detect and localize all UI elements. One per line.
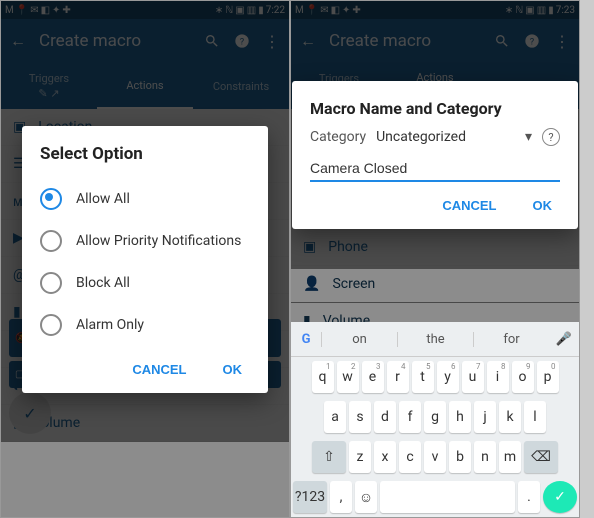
keyboard: G on the for 🎤 q1w2e3r4t5y6u7i8o9p0 asdf… [291,322,579,517]
period-key[interactable]: . [518,481,540,513]
space-key[interactable] [380,481,515,513]
select-option-dialog: Select Option Allow All Allow Priority N… [22,126,268,393]
ok-button[interactable]: OK [525,190,561,221]
phone-left: M 📍 ✉ ◧ ✦ ✚ ∗ ℕ ▣ ▥ ▮ 7:22 ← Create macr… [0,0,290,518]
key-n[interactable]: n [474,441,496,473]
key-u[interactable]: u7 [462,361,484,393]
dialog-overlay: Macro Name and Category Category Uncateg… [291,1,579,349]
key-e[interactable]: e3 [362,361,384,393]
key-k[interactable]: k [499,401,521,433]
dialog-title: Select Option [40,144,250,164]
key-b[interactable]: b [449,441,471,473]
key-w[interactable]: w2 [337,361,359,393]
comma-key[interactable]: , [330,481,352,513]
key-i[interactable]: i8 [487,361,509,393]
phone-right: M 📍 ✉ ◧ ✦ ✚ ∗ ℕ ▣ ▥ ▮ 7:23 ← Create macr… [290,0,580,518]
dropdown-icon[interactable]: ▾ [525,129,532,145]
key-p[interactable]: p0 [537,361,559,393]
key-j[interactable]: j [474,401,496,433]
key-a[interactable]: a [324,401,346,433]
emoji-key[interactable]: ☺ [355,481,377,513]
suggestion[interactable]: for [473,332,549,347]
help-icon[interactable]: ? [542,128,560,146]
key-q[interactable]: q1 [312,361,334,393]
option-allow-all[interactable]: Allow All [40,178,250,220]
key-o[interactable]: o9 [512,361,534,393]
option-alarm-only[interactable]: Alarm Only [40,304,250,346]
option-priority[interactable]: Allow Priority Notifications [40,220,250,262]
radio-icon [40,188,62,210]
key-z[interactable]: z [349,441,371,473]
google-icon[interactable]: G [291,332,321,347]
category-select[interactable]: Uncategorized [376,129,515,145]
enter-key[interactable]: ✓ [543,481,577,513]
key-y[interactable]: y6 [437,361,459,393]
macro-name-dialog: Macro Name and Category Category Uncateg… [292,81,578,229]
dialog-overlay: Select Option Allow All Allow Priority N… [1,1,289,517]
key-t[interactable]: t5 [412,361,434,393]
key-f[interactable]: f [399,401,421,433]
key-m[interactable]: m [499,441,521,473]
dialog-title: Macro Name and Category [310,99,560,118]
mic-icon[interactable]: 🎤 [549,332,579,347]
key-d[interactable]: d [374,401,396,433]
key-g[interactable]: g [424,401,446,433]
backspace-key[interactable]: ⌫ [524,441,558,473]
key-h[interactable]: h [449,401,471,433]
shift-key[interactable]: ⇧ [312,441,346,473]
macro-name-input[interactable] [310,156,560,182]
ok-button[interactable]: OK [215,354,251,385]
suggestion[interactable]: on [321,332,397,347]
key-l[interactable]: l [524,401,546,433]
category-label: Category [310,129,366,145]
radio-icon [40,314,62,336]
radio-icon [40,230,62,252]
key-c[interactable]: c [399,441,421,473]
radio-icon [40,272,62,294]
option-block-all[interactable]: Block All [40,262,250,304]
symbols-key[interactable]: ?123 [293,481,327,513]
suggestion-bar: G on the for 🎤 [291,322,579,357]
key-s[interactable]: s [349,401,371,433]
cancel-button[interactable]: CANCEL [124,354,194,385]
suggestion[interactable]: the [397,332,473,347]
cancel-button[interactable]: CANCEL [434,190,504,221]
key-v[interactable]: v [424,441,446,473]
key-x[interactable]: x [374,441,396,473]
key-r[interactable]: r4 [387,361,409,393]
